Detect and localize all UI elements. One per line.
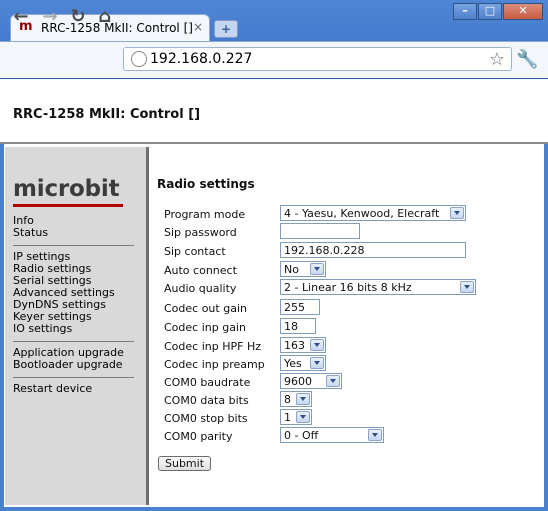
codec-inp-hpf-select[interactable]: 163	[280, 337, 326, 353]
com0-data-bits-select[interactable]: 8	[280, 391, 312, 407]
chevron-down-icon	[450, 207, 464, 219]
chevron-down-icon	[296, 411, 310, 423]
globe-icon	[131, 51, 147, 67]
program-mode-select[interactable]: 4 - Yaesu, Kenwood, Elecraft	[280, 205, 466, 221]
sidebar-divider	[13, 245, 134, 246]
chevron-down-icon	[310, 263, 324, 275]
chevron-down-icon	[460, 281, 474, 293]
reload-icon[interactable]: ↻	[68, 7, 88, 27]
select-value: 1	[284, 411, 291, 424]
forward-arrow-icon[interactable]: →	[40, 7, 60, 27]
wrench-icon[interactable]: 🔧	[516, 49, 538, 70]
sidebar-item-status[interactable]: Status	[13, 227, 134, 239]
url-text[interactable]: 192.168.0.227	[150, 51, 252, 67]
auto-connect-select[interactable]: No	[280, 261, 326, 277]
com0-baudrate-select[interactable]: 9600	[280, 373, 342, 389]
codec-inp-gain-input[interactable]: 18	[280, 318, 316, 334]
tab-close-icon[interactable]: ×	[193, 20, 203, 34]
chevron-down-icon	[368, 429, 382, 441]
select-value: No	[284, 263, 299, 276]
sidebar-item-io-settings[interactable]: IO settings	[13, 323, 134, 335]
address-bar[interactable]: 192.168.0.227 ☆	[123, 47, 512, 71]
field-label: COM0 baudrate	[164, 376, 251, 389]
sidebar-divider	[13, 341, 134, 342]
chevron-down-icon	[296, 393, 310, 405]
field-label: Sip password	[164, 226, 237, 239]
codec-inp-preamp-select[interactable]: Yes	[280, 355, 326, 371]
com0-parity-select[interactable]: 0 - Off	[280, 427, 384, 443]
field-label: Codec inp preamp	[164, 358, 265, 371]
select-value: Yes	[284, 357, 302, 370]
logo-underline	[13, 204, 123, 207]
window-frame-bottom	[0, 507, 548, 511]
microbit-logo: microbit	[13, 176, 120, 202]
codec-out-gain-input[interactable]: 255	[280, 299, 320, 315]
sidebar-menu: Info Status IP settings Radio settings S…	[13, 215, 134, 395]
audio-quality-select[interactable]: 2 - Linear 16 bits 8 kHz	[280, 279, 476, 295]
sidebar-border	[146, 147, 149, 505]
select-value: 2 - Linear 16 bits 8 kHz	[284, 281, 412, 294]
submit-button[interactable]: Submit	[158, 456, 211, 471]
sidebar: microbit Info Status IP settings Radio s…	[5, 147, 146, 505]
sidebar-divider	[13, 377, 134, 378]
bookmark-star-icon[interactable]: ☆	[489, 49, 505, 70]
field-label: COM0 parity	[164, 430, 233, 443]
com0-stop-bits-select[interactable]: 1	[280, 409, 312, 425]
home-icon[interactable]: ⌂	[95, 7, 115, 27]
main-content: Radio settings Program mode 4 - Yaesu, K…	[150, 147, 540, 505]
field-label: Auto connect	[164, 264, 237, 277]
select-value: 0 - Off	[284, 429, 319, 442]
sidebar-item-bootloader-upgrade[interactable]: Bootloader upgrade	[13, 359, 134, 371]
chevron-down-icon	[310, 357, 324, 369]
section-title: Radio settings	[157, 177, 255, 191]
chevron-down-icon	[310, 339, 324, 351]
close-window-button[interactable]: ✕	[503, 3, 543, 20]
field-label: Codec inp HPF Hz	[164, 340, 261, 353]
field-label: COM0 data bits	[164, 394, 249, 407]
back-arrow-icon[interactable]: ←	[11, 7, 31, 27]
sip-password-input[interactable]	[280, 223, 360, 239]
select-value: 8	[284, 393, 291, 406]
new-tab-button[interactable]: +	[214, 20, 238, 38]
select-value: 163	[284, 339, 305, 352]
field-label: Codec inp gain	[164, 321, 246, 334]
sip-contact-input[interactable]: 192.168.0.228	[280, 242, 466, 258]
page-header: RRC-1258 MkII: Control []	[0, 79, 548, 144]
sidebar-item-restart-device[interactable]: Restart device	[13, 383, 134, 395]
minimize-button[interactable]: –	[453, 3, 477, 20]
page-title: RRC-1258 MkII: Control []	[13, 107, 201, 122]
field-label: Codec out gain	[164, 302, 247, 315]
field-label: Audio quality	[164, 282, 237, 295]
field-label: Sip contact	[164, 245, 226, 258]
field-label: COM0 stop bits	[164, 412, 248, 425]
select-value: 9600	[284, 375, 312, 388]
maximize-button[interactable]: □	[478, 3, 502, 20]
chevron-down-icon	[326, 375, 340, 387]
tab-title: RRC-1258 MkII: Control []	[41, 21, 193, 35]
select-value: 4 - Yaesu, Kenwood, Elecraft	[284, 207, 440, 220]
field-label: Program mode	[164, 208, 246, 221]
